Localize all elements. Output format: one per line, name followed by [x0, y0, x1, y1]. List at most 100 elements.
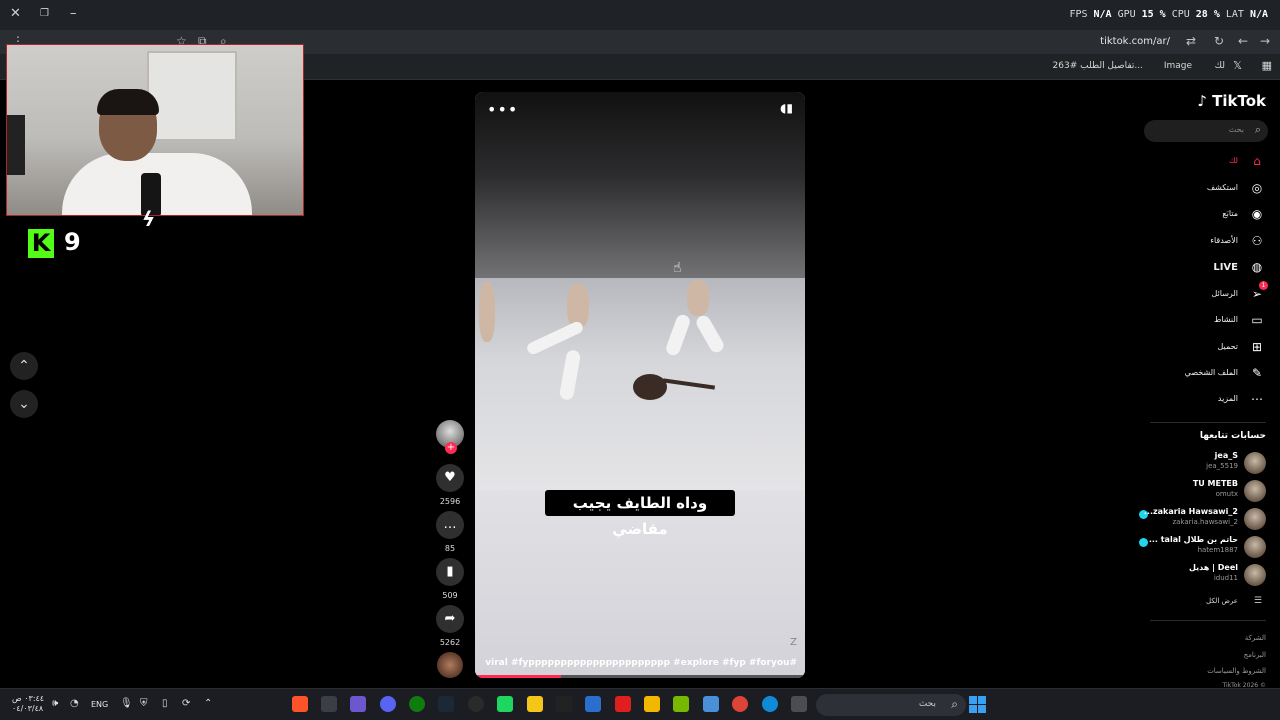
minimize-window-icon[interactable]: –	[70, 6, 77, 21]
sync-icon[interactable]: ⟳	[182, 698, 190, 709]
next-video-button[interactable]: ⌄	[10, 390, 38, 418]
nav-activity[interactable]: ▭ النشاط	[1126, 311, 1266, 331]
rockstar-icon[interactable]	[527, 696, 543, 712]
xbox-icon[interactable]	[409, 696, 425, 712]
webcam-feed	[6, 44, 304, 216]
grid-app-icon[interactable]	[350, 696, 366, 712]
tray-clock[interactable]: ٠٣:٤٤ ص ٠٤/٠٣/٤٨	[12, 694, 44, 714]
following-name: jea_S	[1214, 451, 1238, 460]
video-hashtags[interactable]: #viral #fypppppppppppppppppppppp #explor…	[485, 658, 797, 668]
nav-explore[interactable]: ◎ استكشف	[1126, 179, 1266, 199]
following-item[interactable]: zakaria Hawsawi_2... zakaria.hawsawi_2	[1126, 507, 1266, 531]
music-disc-icon[interactable]	[437, 652, 463, 678]
chrome-icon[interactable]	[732, 696, 748, 712]
defender-icon[interactable]: ⛨	[140, 698, 148, 709]
nav-label: المزيد	[1217, 394, 1238, 403]
back-icon[interactable]: ←	[1238, 34, 1248, 48]
youtube-icon[interactable]	[615, 696, 631, 712]
follow-plus-icon[interactable]: +	[445, 442, 457, 454]
nav-upload[interactable]: ⊞ تحميل	[1126, 338, 1266, 358]
live-icon: ◍	[1251, 260, 1263, 274]
footer-terms-link[interactable]: الشروط والسياسات	[1207, 667, 1266, 675]
sound-icon[interactable]: ◖▮	[780, 101, 793, 115]
see-all-label: عرض الكل	[1206, 597, 1238, 605]
following-username: hatem1887	[1197, 546, 1238, 554]
app-x-icon[interactable]	[321, 696, 337, 712]
obs-icon[interactable]	[468, 696, 484, 712]
see-all-button[interactable]: ☰ عرض الكل	[1126, 596, 1266, 610]
nav-profile[interactable]: ✎ الملف الشخصي	[1126, 364, 1266, 384]
nav-label: الملف الشخصي	[1184, 368, 1238, 377]
nav-more[interactable]: ⋯ المزيد	[1126, 390, 1266, 410]
brand-name: TikTok	[1212, 92, 1266, 110]
url-field[interactable]: tiktok.com/ar/	[1100, 36, 1170, 47]
taskbar-search-input[interactable]: بحث ⌕	[816, 694, 966, 716]
footer-company-link[interactable]: الشركة	[1245, 634, 1266, 642]
restore-window-icon[interactable]: ❐	[40, 8, 49, 19]
perf-overlay: FPS N/A GPU 15 % CPU 28 % LAT N/A	[1069, 9, 1268, 20]
video-player[interactable]: وداه الطايف يجيب مقاضي ••• ◖▮ Z #viral #…	[475, 92, 805, 678]
following-item[interactable]: jea_S jea_5519	[1126, 451, 1266, 475]
search-icon[interactable]: ⌕	[1255, 123, 1261, 137]
nav-friends[interactable]: ⚇ الأصدقاء	[1126, 232, 1266, 252]
brave-browser-icon[interactable]	[292, 696, 308, 712]
search-input[interactable]: بحث ⌕	[1144, 120, 1268, 142]
lat-label: LAT	[1225, 9, 1244, 20]
tray-chevron-icon[interactable]: ⌃	[204, 698, 212, 709]
app-green-icon[interactable]	[497, 696, 513, 712]
apps-grid-icon[interactable]: ▦	[1262, 59, 1272, 72]
video-top-region	[475, 92, 805, 278]
like-icon[interactable]: ♥	[436, 464, 464, 492]
footer-program-link[interactable]: البرنامج	[1244, 651, 1266, 659]
steam-icon[interactable]	[438, 696, 454, 712]
comment-icon[interactable]: …	[436, 511, 464, 539]
file-explorer-icon[interactable]	[644, 696, 660, 712]
discord-icon[interactable]	[380, 696, 396, 712]
task-view-icon[interactable]	[791, 696, 807, 712]
close-window-icon[interactable]: ✕	[10, 6, 21, 21]
windows-start-icon[interactable]	[969, 696, 986, 713]
nav-label: تحميل	[1217, 342, 1239, 351]
previous-video-button[interactable]: ⌃	[10, 352, 38, 380]
bookmark-for-you[interactable]: لك	[1215, 61, 1225, 71]
bookmark-order[interactable]: تفاصيل الطلب #263...	[1053, 61, 1143, 71]
nav-label: الرسائل	[1211, 289, 1239, 298]
following-item[interactable]: حاتم بن طلال talal ... hatem1887	[1126, 535, 1266, 559]
wifi-icon[interactable]: ◔	[70, 698, 79, 709]
gpu-value: 15 %	[1141, 9, 1166, 20]
nav-messages[interactable]: ➢ 1 الرسائل	[1126, 281, 1268, 305]
bookmark-image[interactable]: Image	[1164, 61, 1192, 71]
nav-live[interactable]: ◍ LIVE	[1126, 258, 1266, 278]
following-name: TU METEB	[1192, 479, 1238, 488]
following-name: Deel | هديل	[1188, 563, 1238, 572]
share-icon[interactable]: ➦	[436, 605, 464, 633]
edge-icon[interactable]	[762, 696, 778, 712]
tiktok-logo[interactable]: ♪ TikTok	[1197, 92, 1266, 110]
store-icon[interactable]	[585, 696, 601, 712]
app-a-icon[interactable]	[556, 696, 572, 712]
video-more-icon[interactable]: •••	[487, 100, 518, 119]
photos-icon[interactable]	[703, 696, 719, 712]
reload-icon[interactable]: ↻	[1214, 34, 1224, 48]
following-item[interactable]: TU METEB omutx	[1126, 479, 1266, 503]
avatar	[1244, 508, 1266, 530]
webcam-person-hair	[97, 89, 159, 115]
microphone-icon[interactable]: 🎙	[120, 698, 133, 709]
video-progress-bar[interactable]	[475, 675, 805, 678]
nav-label: متابَع	[1222, 209, 1238, 218]
site-settings-icon[interactable]: ⇄	[1186, 34, 1196, 48]
following-item[interactable]: Deel | هديل idud11	[1126, 563, 1266, 587]
nvidia-icon[interactable]	[673, 696, 689, 712]
language-indicator[interactable]: ENG	[91, 700, 108, 709]
forward-icon[interactable]: →	[1260, 34, 1270, 48]
video-caption: وداه الطايف يجيب مقاضي	[545, 490, 735, 538]
video-clip	[475, 278, 805, 490]
nav-following[interactable]: ◉ متابَع	[1126, 205, 1266, 225]
nav-for-you[interactable]: ⌂ لك	[1126, 152, 1266, 172]
battery-icon[interactable]: ▯	[162, 698, 168, 709]
speaker-icon[interactable]: 🕪	[52, 698, 58, 709]
x-icon[interactable]: 𝕏	[1233, 59, 1242, 72]
messages-icon: ➢ 1	[1248, 281, 1268, 303]
bookmark-icon[interactable]: ▮	[436, 558, 464, 586]
clip-person-3	[479, 282, 495, 342]
